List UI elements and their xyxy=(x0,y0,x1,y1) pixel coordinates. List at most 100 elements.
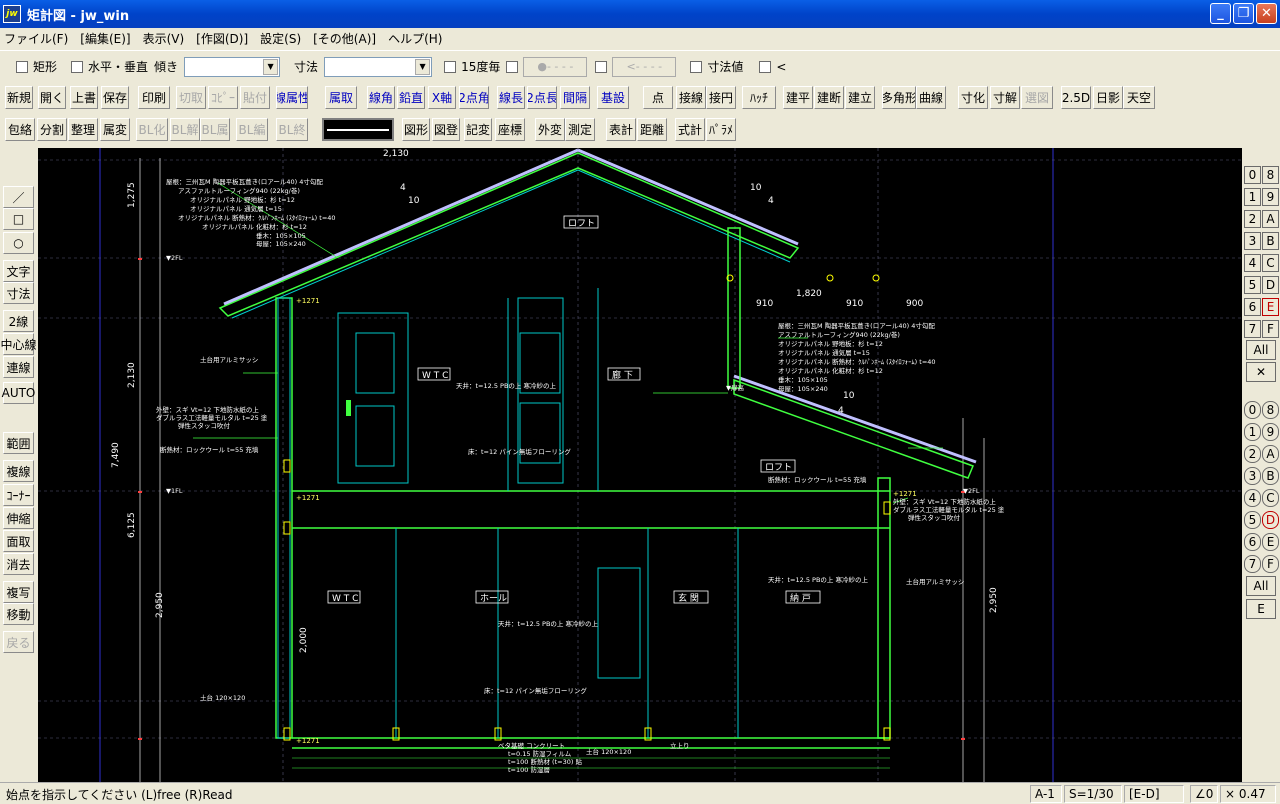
line-style-preview[interactable] xyxy=(322,118,394,141)
layer-group-0[interactable]: 0 xyxy=(1244,166,1261,184)
tool-button-toolbar2-0[interactable]: 新規 xyxy=(5,86,33,109)
layer-e-button[interactable]: E xyxy=(1246,599,1276,619)
left-tool-16[interactable]: 移動 xyxy=(3,603,34,625)
layer-group-7[interactable]: 7 xyxy=(1244,320,1261,338)
tool-button-toolbar2-22[interactable]: 建平 xyxy=(783,86,813,109)
tool-button-toolbar2-30[interactable]: 2.5D xyxy=(1061,86,1091,109)
tool-button-toolbar3-11[interactable]: 記変 xyxy=(464,118,492,141)
tool-button-toolbar2-8[interactable]: 線属性 xyxy=(276,86,308,109)
layer-group-4[interactable]: 4 xyxy=(1244,254,1261,272)
tool-button-toolbar2-12[interactable]: X軸 xyxy=(428,86,456,109)
layer-9[interactable]: 9 xyxy=(1262,423,1279,441)
tool-button-toolbar2-14[interactable]: 線長 xyxy=(497,86,525,109)
tool-button-toolbar3-15[interactable]: 表計 xyxy=(606,118,636,141)
menu-draw[interactable]: [作図(D)] xyxy=(196,30,248,47)
rectangle-checkbox[interactable] xyxy=(16,60,28,73)
layer-group-invert-button[interactable]: ✕ xyxy=(1246,362,1276,382)
left-tool-0[interactable]: ／ xyxy=(3,186,34,208)
tool-button-toolbar2-2[interactable]: 上書 xyxy=(70,86,98,109)
left-tool-17[interactable]: 戻る xyxy=(3,631,34,653)
tool-button-toolbar3-10[interactable]: 図登 xyxy=(432,118,460,141)
left-tool-2[interactable]: ○ xyxy=(3,232,34,254)
tool-button-toolbar2-23[interactable]: 建断 xyxy=(814,86,844,109)
deg15-checkbox[interactable] xyxy=(444,60,457,73)
layer-group-10[interactable]: A xyxy=(1262,210,1279,228)
tool-button-toolbar3-4[interactable]: BL化 xyxy=(136,118,168,141)
tool-button-toolbar3-7[interactable]: BL編 xyxy=(236,118,268,141)
tool-button-toolbar3-13[interactable]: 外変 xyxy=(535,118,565,141)
tool-button-toolbar3-14[interactable]: 測定 xyxy=(565,118,595,141)
maximize-button[interactable]: ❐ xyxy=(1233,3,1254,24)
layer-group-1[interactable]: 1 xyxy=(1244,188,1261,206)
layer-1[interactable]: 1 xyxy=(1244,423,1261,441)
layer-group-11[interactable]: B xyxy=(1262,232,1279,250)
left-tool-11[interactable]: ｺｰﾅｰ xyxy=(3,484,34,506)
layer-8[interactable]: 8 xyxy=(1262,401,1279,419)
layer-5[interactable]: 5 xyxy=(1244,511,1261,529)
tool-button-toolbar2-10[interactable]: 線角 xyxy=(367,86,395,109)
tool-button-toolbar3-1[interactable]: 分割 xyxy=(37,118,67,141)
tool-button-toolbar3-0[interactable]: 包絡 xyxy=(5,118,35,141)
status-scale[interactable]: S=1/30 xyxy=(1064,785,1122,803)
tool-button-toolbar2-25[interactable]: 多角形 xyxy=(882,86,916,109)
option-checkbox-1[interactable] xyxy=(506,60,519,73)
tool-button-toolbar3-17[interactable]: 式計 xyxy=(675,118,705,141)
tool-button-toolbar3-9[interactable]: 図形 xyxy=(402,118,430,141)
layer-group-14[interactable]: E xyxy=(1262,298,1279,316)
layer-13[interactable]: D xyxy=(1262,511,1279,529)
layer-14[interactable]: E xyxy=(1262,533,1279,551)
left-tool-13[interactable]: 面取 xyxy=(3,530,34,552)
left-tool-6[interactable]: 中心線 xyxy=(1,333,37,355)
minimize-button[interactable]: _ xyxy=(1210,3,1231,24)
tool-button-toolbar2-7[interactable]: 貼付 xyxy=(240,86,270,109)
drawing-canvas[interactable]: 2,130 1,275 2,130 7,490 6,125 2,950 2,00… xyxy=(38,148,1242,782)
left-tool-15[interactable]: 複写 xyxy=(3,581,34,603)
menu-view[interactable]: 表示(V) xyxy=(143,30,185,47)
layer-group-6[interactable]: 6 xyxy=(1244,298,1261,316)
tool-button-toolbar2-4[interactable]: 印刷 xyxy=(138,86,170,109)
layer-all-button[interactable]: All xyxy=(1246,576,1276,596)
tool-button-toolbar2-9[interactable]: 属取 xyxy=(325,86,357,109)
tool-button-toolbar2-16[interactable]: 間隔 xyxy=(560,86,590,109)
dimension-value-checkbox[interactable] xyxy=(690,60,703,73)
status-zoom[interactable]: × 0.47 xyxy=(1220,785,1276,803)
tool-button-toolbar3-8[interactable]: BL終 xyxy=(276,118,308,141)
layer-2[interactable]: 2 xyxy=(1244,445,1261,463)
status-angle[interactable]: ∠0 xyxy=(1190,785,1218,803)
layer-group-3[interactable]: 3 xyxy=(1244,232,1261,250)
tool-button-toolbar2-1[interactable]: 開く xyxy=(38,86,66,109)
status-layer[interactable]: [E-D] xyxy=(1124,785,1184,803)
tool-button-toolbar2-20[interactable]: 接円 xyxy=(706,86,736,109)
menu-file[interactable]: ファイル(F) xyxy=(4,30,68,47)
left-tool-8[interactable]: AUTO xyxy=(2,382,35,404)
tool-button-toolbar2-19[interactable]: 接線 xyxy=(676,86,706,109)
option-checkbox-2[interactable] xyxy=(595,60,608,73)
tool-button-toolbar2-13[interactable]: 2点角 xyxy=(459,86,489,109)
menu-settings[interactable]: 設定(S) xyxy=(260,30,301,47)
tool-button-toolbar2-11[interactable]: 鉛直 xyxy=(397,86,425,109)
hv-checkbox[interactable] xyxy=(71,60,84,73)
left-tool-14[interactable]: 消去 xyxy=(3,553,34,575)
tool-button-toolbar3-18[interactable]: ﾊﾟﾗﾒ xyxy=(706,118,736,141)
dimension-combo[interactable]: ▼ xyxy=(324,56,433,77)
tool-button-toolbar2-27[interactable]: 寸化 xyxy=(958,86,988,109)
tool-button-toolbar3-12[interactable]: 座標 xyxy=(495,118,525,141)
tool-button-toolbar3-6[interactable]: BL属 xyxy=(200,118,230,141)
left-tool-9[interactable]: 範囲 xyxy=(3,432,34,454)
tool-button-toolbar2-31[interactable]: 日影 xyxy=(1093,86,1123,109)
layer-11[interactable]: B xyxy=(1262,467,1279,485)
menu-other[interactable]: [その他(A)] xyxy=(313,30,376,47)
tool-button-toolbar3-16[interactable]: 距離 xyxy=(637,118,667,141)
tool-button-toolbar2-3[interactable]: 保存 xyxy=(101,86,129,109)
layer-4[interactable]: 4 xyxy=(1244,489,1261,507)
menu-edit[interactable]: [編集(E)] xyxy=(80,30,130,47)
tool-button-toolbar2-24[interactable]: 建立 xyxy=(845,86,875,109)
layer-6[interactable]: 6 xyxy=(1244,533,1261,551)
tool-button-toolbar2-21[interactable]: ﾊｯﾁ xyxy=(742,86,776,109)
tool-button-toolbar2-5[interactable]: 切取 xyxy=(176,86,206,109)
tool-button-toolbar2-28[interactable]: 寸解 xyxy=(990,86,1020,109)
tool-button-toolbar2-6[interactable]: ｺﾋﾟｰ xyxy=(208,86,238,109)
left-tool-12[interactable]: 伸縮 xyxy=(3,507,34,529)
layer-12[interactable]: C xyxy=(1262,489,1279,507)
menu-help[interactable]: ヘルプ(H) xyxy=(388,30,442,47)
